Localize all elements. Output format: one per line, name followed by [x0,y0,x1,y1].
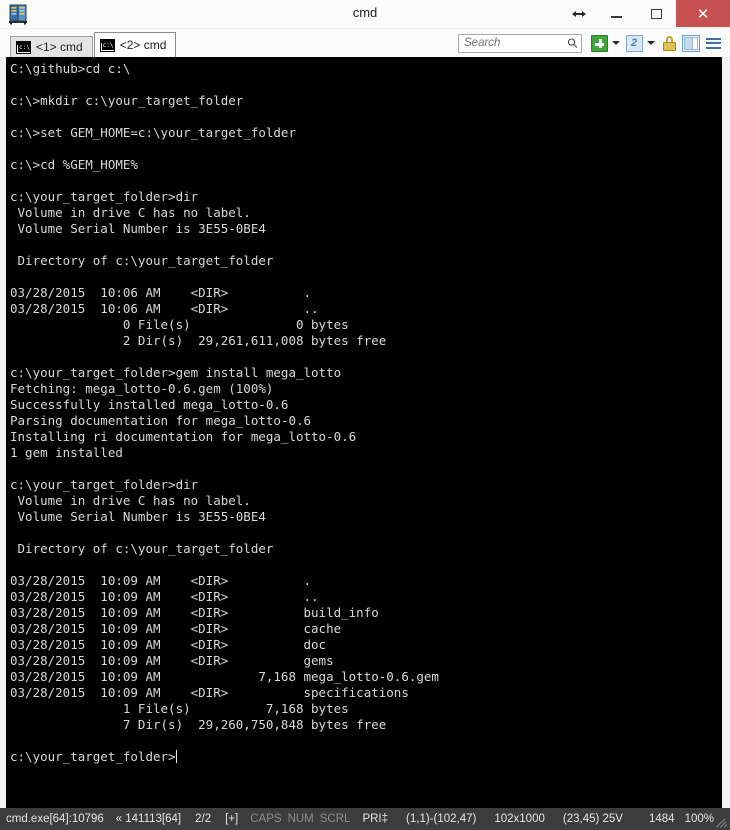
terminal-line: 03/28/2015 10:09 AM <DIR> specifications [10,685,409,700]
tab-label: <1> cmd [36,40,83,54]
status-print: PRI‡ [362,813,389,825]
terminal-line: c:\your_target_folder>dir [10,189,199,204]
search-icon [568,38,578,48]
lock-button[interactable] [659,33,679,53]
chevron-down-icon [611,41,620,45]
terminal-line: 03/28/2015 10:09 AM <DIR> . [10,573,312,588]
minimize-button[interactable] [596,0,636,27]
terminal-area: C:\github>cd c:\ c:\>mkdir c:\your_target… [0,57,730,808]
terminal-line: 03/28/2015 10:09 AM <DIR> build_info [10,605,379,620]
terminal-line: 03/28/2015 10:09 AM 7,168 mega_lotto-0.6… [10,669,439,684]
console-icon [99,38,115,52]
terminal-line: Fetching: mega_lotto-0.6.gem (100%) [10,381,274,396]
minimize-icon [610,16,622,18]
new-console-dropdown[interactable] [610,33,621,53]
terminal-line: Directory of c:\your_target_folder [10,253,274,268]
terminal-line: 03/28/2015 10:06 AM <DIR> . [10,285,312,300]
terminal-line: Successfully installed mega_lotto-0.6 [10,397,289,412]
terminal-line: C:\github>cd c:\ [10,61,131,76]
terminal-line: 03/28/2015 10:06 AM <DIR> .. [10,301,319,316]
terminal-line: 03/28/2015 10:09 AM <DIR> .. [10,589,319,604]
close-button[interactable]: ✕ [676,0,730,27]
console-icon [16,40,31,54]
status-bar: cmd.exe[64]:10796 « 141113[64] 2/2 [+] C… [0,808,730,830]
terminal-line: c:\>mkdir c:\your_target_folder [10,93,244,108]
toolbar: 2 [458,32,724,54]
terminal-line: 2 Dir(s) 29,261,611,008 bytes free [10,333,387,348]
close-icon: ✕ [696,5,710,23]
resize-grip[interactable] [714,815,728,829]
status-buffer-size: 102x1000 [494,813,545,825]
terminal-line: 1 gem installed [10,445,123,460]
status-memory: 1484 [648,813,675,825]
split-panel-button[interactable] [681,33,701,53]
padlock-icon [662,35,676,51]
conemu-window: cmd ✕ <1> cmd <2> cmd [0,0,730,830]
terminal-line: Volume in drive C has no label. [10,493,251,508]
plus-icon [590,34,608,52]
tab-console-2[interactable]: <2> cmd [93,32,177,57]
terminal-line: Volume Serial Number is 3E55-0BE4 [10,509,266,524]
status-build: « 141113[64] [115,813,182,825]
window-controls: ✕ [562,0,730,27]
new-console-button[interactable] [589,33,609,53]
status-selection: (1,1)-(102,47) [406,813,477,825]
terminal-output[interactable]: C:\github>cd c:\ c:\>mkdir c:\your_target… [6,57,722,808]
terminal-line: Directory of c:\your_target_folder [10,541,274,556]
terminal-line: Volume in drive C has no label. [10,205,251,220]
status-process: cmd.exe[64]:10796 [6,813,104,825]
terminal-line: c:\>cd %GEM_HOME% [10,157,138,172]
resize-arrows-icon [572,10,586,17]
resize-button[interactable] [562,0,596,27]
console-list-dropdown[interactable] [645,33,656,53]
tab-bar: <1> cmd <2> cmd 2 [0,29,730,57]
terminal-line: 03/28/2015 10:09 AM <DIR> cache [10,621,342,636]
status-scrl: SCRL [319,813,351,825]
status-caps: CAPS [250,813,282,825]
hamburger-menu-icon [705,37,721,49]
terminal-line: c:\>set GEM_HOME=c:\your_target_folder [10,125,296,140]
status-num: NUM [287,813,314,825]
status-plus-indicator: [+] [225,813,239,825]
terminal-line: 03/28/2015 10:09 AM <DIR> gems [10,653,334,668]
status-tab-counter: 2/2 [195,813,212,825]
menu-button[interactable] [703,33,723,53]
terminal-line: Volume Serial Number is 3E55-0BE4 [10,221,266,236]
maximize-icon [650,8,662,19]
terminal-line: c:\your_target_folder> [10,749,178,764]
server-rack-icon [7,3,33,25]
console-count-button[interactable]: 2 [624,33,644,53]
terminal-line: 1 File(s) 7,168 bytes [10,701,349,716]
status-zoom: 100% [684,813,714,825]
search-field[interactable] [458,33,582,53]
console-count-badge: 2 [625,34,643,52]
terminal-line: 0 File(s) 0 bytes [10,317,349,332]
terminal-line: Installing ri documentation for mega_lot… [10,429,357,444]
split-panel-icon [682,34,700,52]
title-bar: cmd ✕ [0,0,730,29]
terminal-line: Parsing documentation for mega_lotto-0.6 [10,413,312,428]
tab-label: <2> cmd [119,38,167,52]
status-cell: (23,45) 25V [562,813,623,825]
search-input[interactable] [464,37,568,49]
maximize-button[interactable] [636,0,676,27]
terminal-line: c:\your_target_folder>gem install mega_l… [10,365,342,380]
chevron-down-icon [646,41,655,45]
terminal-line: 03/28/2015 10:09 AM <DIR> doc [10,637,327,652]
terminal-line: 7 Dir(s) 29,260,750,848 bytes free [10,717,387,732]
tab-console-1[interactable]: <1> cmd [10,36,93,57]
terminal-cursor [175,750,178,763]
terminal-line: c:\your_target_folder>dir [10,477,199,492]
